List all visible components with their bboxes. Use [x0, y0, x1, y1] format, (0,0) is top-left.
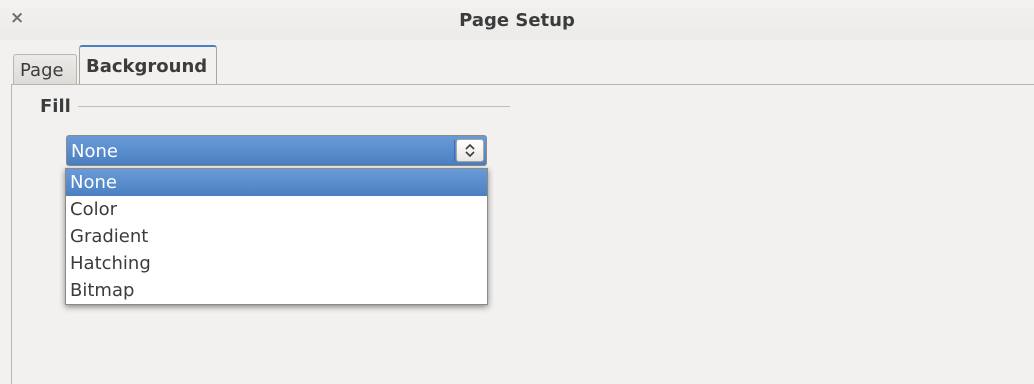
fill-dropdown-list: None Color Gradient Hatching Bitmap [65, 168, 488, 305]
fill-combobox[interactable]: None [66, 135, 487, 166]
title-bar: × Page Setup [0, 0, 1034, 40]
fill-combobox-value: None [71, 141, 118, 162]
dropdown-option-none[interactable]: None [66, 169, 487, 196]
dropdown-option-gradient[interactable]: Gradient [66, 223, 487, 250]
dropdown-option-bitmap[interactable]: Bitmap [66, 277, 487, 304]
fill-section-divider [78, 106, 510, 107]
tab-background[interactable]: Background [79, 45, 217, 85]
updown-chevron-svg [465, 143, 475, 158]
fill-section-label: Fill [40, 96, 71, 117]
combobox-separator [454, 140, 455, 162]
updown-chevron-icon[interactable] [456, 139, 484, 162]
dropdown-option-color[interactable]: Color [66, 196, 487, 223]
window-title: Page Setup [459, 10, 575, 31]
dropdown-option-hatching[interactable]: Hatching [66, 250, 487, 277]
tab-page[interactable]: Page [13, 54, 77, 85]
